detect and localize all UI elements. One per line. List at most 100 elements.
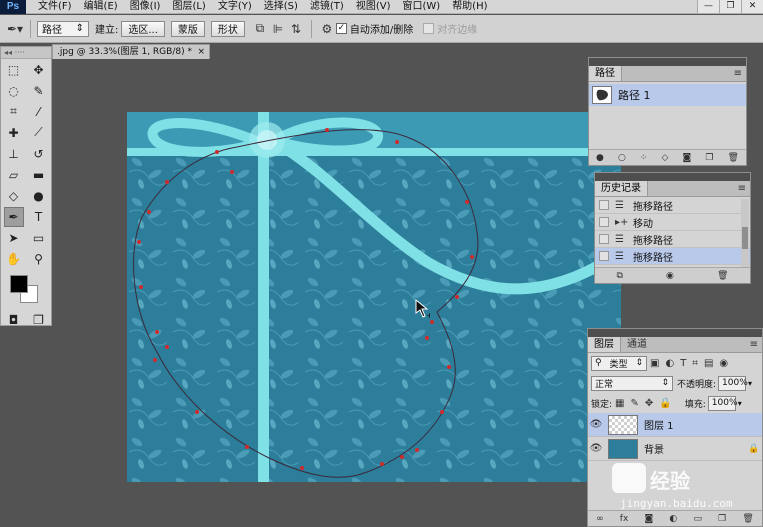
- gear-icon[interactable]: ⚙: [318, 20, 336, 38]
- menu-file[interactable]: 文件(F): [32, 0, 78, 14]
- make-work-path-icon[interactable]: ◇: [662, 153, 669, 163]
- history-snapshot-box[interactable]: [599, 217, 609, 227]
- tab-channels[interactable]: 通道: [621, 337, 653, 352]
- path-item[interactable]: 路径 1: [589, 84, 746, 106]
- crop-tool-icon[interactable]: ⌗: [4, 102, 24, 122]
- document-canvas[interactable]: [127, 112, 621, 482]
- rectangle-tool-icon[interactable]: ▭: [29, 228, 49, 248]
- tool-mode-select[interactable]: 路径 ⇕: [37, 20, 89, 37]
- menu-help[interactable]: 帮助(H): [446, 0, 493, 14]
- type-tool-icon[interactable]: T: [29, 207, 49, 227]
- delete-path-icon[interactable]: 🗑: [728, 153, 739, 163]
- gradient-tool-icon[interactable]: ▬: [29, 165, 49, 185]
- make-mask-button[interactable]: 蒙版: [170, 20, 205, 37]
- lock-all-icon[interactable]: 🔒: [659, 398, 671, 409]
- smart-object-filter-icon[interactable]: ▤: [704, 358, 713, 369]
- lock-position-icon[interactable]: ✥: [645, 398, 653, 409]
- path-arrangement-icon[interactable]: ⇅: [287, 20, 305, 38]
- blur-tool-icon[interactable]: ◇: [4, 186, 24, 206]
- healing-brush-icon[interactable]: ✚: [4, 123, 24, 143]
- tab-layers[interactable]: 图层: [588, 337, 621, 352]
- history-snapshot-box[interactable]: [599, 200, 609, 210]
- stroke-path-icon[interactable]: ○: [618, 153, 626, 163]
- load-selection-icon[interactable]: ⁘: [640, 153, 648, 163]
- panel-titlebar[interactable]: [589, 58, 746, 66]
- camera-icon[interactable]: ◉: [666, 271, 674, 281]
- layer-item[interactable]: 👁 背景 🔒: [588, 437, 762, 461]
- pixel-filter-icon[interactable]: ▣: [650, 358, 659, 369]
- menu-image[interactable]: 图像(I): [124, 0, 167, 14]
- chevron-down-icon[interactable]: ▾: [748, 379, 752, 388]
- menu-layer[interactable]: 图层(L): [166, 0, 211, 14]
- adjustment-filter-icon[interactable]: ◐: [665, 358, 674, 369]
- close-icon[interactable]: ×: [197, 45, 209, 59]
- history-snapshot-box[interactable]: [599, 234, 609, 244]
- hand-tool-icon[interactable]: ✋: [4, 249, 24, 269]
- foreground-color-swatch[interactable]: [10, 275, 28, 293]
- tab-history[interactable]: 历史记录: [595, 181, 648, 196]
- lasso-tool-icon[interactable]: ◌: [4, 81, 24, 101]
- quick-mask-icon[interactable]: ◘: [4, 310, 24, 330]
- menu-select[interactable]: 选择(S): [258, 0, 304, 14]
- history-scrollbar[interactable]: [741, 199, 749, 269]
- dodge-tool-icon[interactable]: ●: [29, 186, 49, 206]
- shape-filter-icon[interactable]: ⌗: [692, 358, 698, 369]
- tools-panel-header[interactable]: ◂◂ ····: [1, 47, 51, 59]
- history-item[interactable]: ☰ 拖移路径: [595, 248, 750, 265]
- auto-add-delete-checkbox[interactable]: ✓: [335, 23, 347, 34]
- blend-mode-select[interactable]: 正常 ⇕: [591, 375, 673, 391]
- brush-tool-icon[interactable]: ⟋: [29, 123, 49, 143]
- eye-icon[interactable]: 👁: [588, 419, 604, 430]
- marquee-tool-icon[interactable]: ⬚: [4, 60, 24, 80]
- panel-menu-icon[interactable]: ≡: [738, 181, 746, 196]
- document-tab[interactable]: .jpg @ 33.3%(图层 1, RGB/8) * ×: [52, 44, 210, 59]
- menu-window[interactable]: 窗口(W): [396, 0, 446, 14]
- scrollbar-thumb[interactable]: [742, 227, 748, 249]
- screen-mode-icon[interactable]: ❐: [29, 310, 49, 330]
- panel-titlebar[interactable]: [588, 329, 762, 337]
- close-icon[interactable]: ✕: [741, 0, 763, 13]
- tab-paths[interactable]: 路径: [589, 66, 622, 81]
- path-operations-icon[interactable]: ⧉: [251, 20, 269, 38]
- new-document-from-state-icon[interactable]: ⧉: [617, 271, 623, 281]
- layer-item[interactable]: 👁 图层 1: [588, 413, 762, 437]
- history-item[interactable]: ▸+ 移动: [595, 214, 750, 231]
- new-path-icon[interactable]: ❐: [705, 153, 713, 163]
- menu-edit[interactable]: 编辑(E): [78, 0, 124, 14]
- lock-transparent-icon[interactable]: ▦: [615, 398, 624, 409]
- pen-tool-preset-icon[interactable]: ✒▾: [6, 20, 24, 38]
- move-tool-icon[interactable]: ✥: [29, 60, 49, 80]
- eyedropper-icon[interactable]: ⁄: [29, 102, 49, 122]
- history-item[interactable]: ☰ 拖移路径: [595, 231, 750, 248]
- menu-view[interactable]: 视图(V): [350, 0, 397, 14]
- restore-icon[interactable]: ❐: [719, 0, 741, 13]
- opacity-input[interactable]: 100%: [718, 375, 748, 391]
- align-edges-checkbox[interactable]: [423, 23, 435, 34]
- eraser-tool-icon[interactable]: ▱: [4, 165, 24, 185]
- layer-filter-select[interactable]: ⚲ 类型 ⇕: [591, 355, 647, 371]
- type-filter-icon[interactable]: T: [680, 358, 686, 369]
- filter-toggle-icon[interactable]: ◉: [719, 358, 728, 369]
- history-brush-icon[interactable]: ↺: [29, 144, 49, 164]
- link-layers-icon[interactable]: ∞: [596, 514, 604, 524]
- pen-tool-icon[interactable]: ✒: [3, 206, 24, 227]
- history-snapshot-box[interactable]: [599, 251, 609, 261]
- clone-stamp-icon[interactable]: ⊥: [4, 144, 24, 164]
- menu-filter[interactable]: 滤镜(T): [304, 0, 350, 14]
- panel-menu-icon[interactable]: ≡: [734, 66, 742, 81]
- add-mask-icon[interactable]: ◙: [683, 153, 692, 163]
- path-alignment-icon[interactable]: ⊫: [269, 20, 287, 38]
- panel-menu-icon[interactable]: ≡: [750, 337, 758, 352]
- zoom-tool-icon[interactable]: ⚲: [29, 249, 49, 269]
- quick-select-icon[interactable]: ✎: [29, 81, 49, 101]
- delete-state-icon[interactable]: 🗑: [717, 271, 728, 281]
- lock-image-icon[interactable]: ✎: [631, 398, 639, 409]
- menu-type[interactable]: 文字(Y): [212, 0, 258, 14]
- fill-input[interactable]: 100%: [707, 395, 738, 411]
- path-select-icon[interactable]: ➤: [4, 228, 24, 248]
- panel-titlebar[interactable]: [595, 173, 750, 181]
- eye-icon[interactable]: 👁: [588, 443, 604, 454]
- make-shape-button[interactable]: 形状: [210, 20, 245, 37]
- minimize-icon[interactable]: —: [697, 0, 719, 13]
- history-item[interactable]: ☰ 拖移路径: [595, 197, 750, 214]
